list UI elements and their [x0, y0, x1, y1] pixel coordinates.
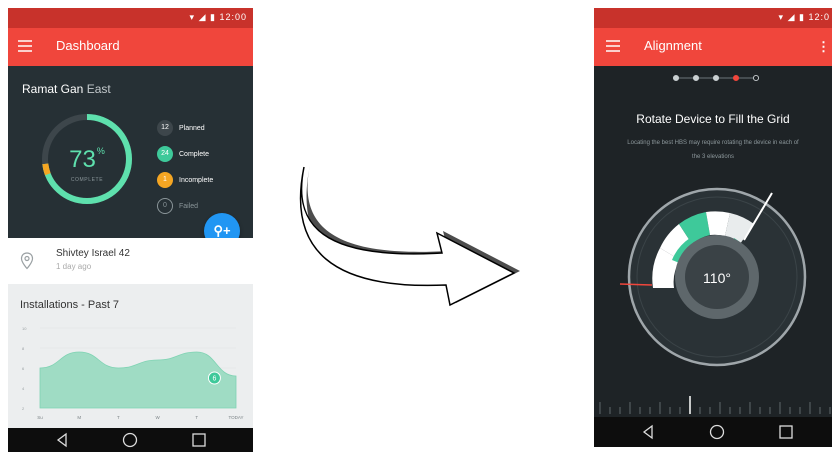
y-tick-label: 6 [22, 366, 25, 371]
incomplete-label: Incomplete [179, 176, 214, 184]
step-dot [672, 74, 680, 82]
recents-icon-right[interactable] [778, 424, 794, 440]
step-dot [712, 74, 720, 82]
legend-planned: 12 Planned [157, 120, 205, 136]
dashboard-phone-screen: ▾ ◢ ▮ 12:00 Dashboard Ramat Gan East 73%… [8, 8, 253, 452]
page-title: Dashboard [56, 38, 120, 53]
chart-title: Installations - Past 7 [20, 299, 120, 311]
installations-area [39, 351, 237, 409]
incomplete-count: 1 [157, 172, 173, 188]
completion-percent: 73% [39, 146, 135, 174]
instruction-subtext: Locating the best HBS may require rotati… [627, 140, 799, 160]
tilt-ruler [599, 396, 831, 414]
angle-readout: 110° [703, 270, 731, 286]
status-bar-right: ▾ ◢ ▮ 12:0 [594, 8, 832, 28]
percent-unit: % [96, 146, 105, 156]
step-dot [752, 74, 760, 82]
complete-count: 24 [157, 146, 173, 162]
installation-name: Shivtey Israel 42 [56, 248, 130, 259]
alignment-phone-screen: ▾ ◢ ▮ 12:0 Alignment ⋮ Rotate Device to … [594, 8, 832, 447]
battery-icon-right: ▮ [799, 12, 805, 22]
android-nav-bar-right [594, 417, 832, 447]
x-tick-label: T [117, 415, 120, 420]
home-icon-right[interactable] [709, 424, 725, 440]
step-dot [732, 74, 740, 82]
x-tick-label: Su [37, 415, 43, 420]
planned-label: Planned [179, 124, 205, 132]
recent-installation-item[interactable]: Shivtey Israel 42 1 day ago [8, 238, 253, 284]
legend-complete: 24 Complete [157, 146, 209, 162]
app-bar-right: Alignment ⋮ [594, 28, 832, 66]
legend-failed: 0 Failed [157, 198, 198, 214]
home-icon[interactable] [122, 432, 138, 448]
y-tick-label: 10 [22, 326, 27, 331]
reference-marker [619, 283, 653, 286]
x-tick-label: W [155, 415, 160, 420]
alignment-title: Alignment [644, 38, 702, 53]
installations-chart-card: Installations - Past 7 10 8 6 4 2 Su M T W T TODAY… [8, 284, 253, 428]
completion-label: COMPLETE [70, 177, 104, 183]
x-tick-label: TODAY [228, 415, 243, 420]
overflow-menu-icon[interactable]: ⋮ [817, 39, 830, 55]
hamburger-menu-icon[interactable] [18, 40, 32, 52]
transition-arrow [299, 165, 520, 307]
region-title: Ramat Gan East [22, 82, 111, 96]
region-name: Ramat Gan [22, 82, 84, 96]
y-tick-label: 4 [22, 386, 25, 391]
back-icon-right[interactable] [640, 424, 656, 440]
complete-label: Complete [179, 150, 209, 158]
battery-icon: ▮ [210, 12, 216, 22]
x-tick-label: T [195, 415, 198, 420]
recents-icon[interactable] [191, 432, 207, 448]
signal-icon-right: ◢ [787, 12, 796, 22]
step-indicator [672, 74, 760, 82]
failed-label: Failed [179, 202, 199, 210]
region-sub: East [86, 82, 111, 96]
summary-panel: Ramat Gan East 73% COMPLETE 12 Planned 24… [8, 66, 253, 238]
back-icon[interactable] [54, 432, 70, 448]
instruction-heading: Rotate Device to Fill the Grid [636, 112, 790, 126]
wifi-icon: ▾ [189, 12, 196, 22]
percent-value: 73 [69, 146, 96, 173]
installations-area-chart: 10 8 6 4 2 Su M T W T TODAY 6 [22, 326, 244, 420]
location-pin-icon [20, 252, 34, 270]
status-time-right: 12:0 [808, 12, 830, 22]
step-dot [692, 74, 700, 82]
legend-incomplete: 1 Incomplete [157, 172, 213, 188]
x-tick-label: M [77, 415, 81, 420]
status-bar: ▾ ◢ ▮ 12:00 [8, 8, 253, 28]
installation-time: 1 day ago [56, 262, 92, 271]
add-location-icon: ⚲+ [213, 223, 231, 238]
wifi-icon-right: ▾ [778, 12, 785, 22]
y-tick-label: 8 [22, 346, 25, 351]
status-time: 12:00 [219, 12, 247, 22]
y-tick-label: 2 [22, 406, 25, 411]
hamburger-menu-icon-right[interactable] [606, 40, 620, 52]
android-nav-bar [8, 428, 253, 452]
planned-count: 12 [157, 120, 173, 136]
failed-count: 0 [157, 198, 173, 214]
signal-icon: ◢ [198, 12, 207, 22]
app-bar: Dashboard [8, 28, 253, 66]
highlight-label: 6 [212, 376, 216, 383]
